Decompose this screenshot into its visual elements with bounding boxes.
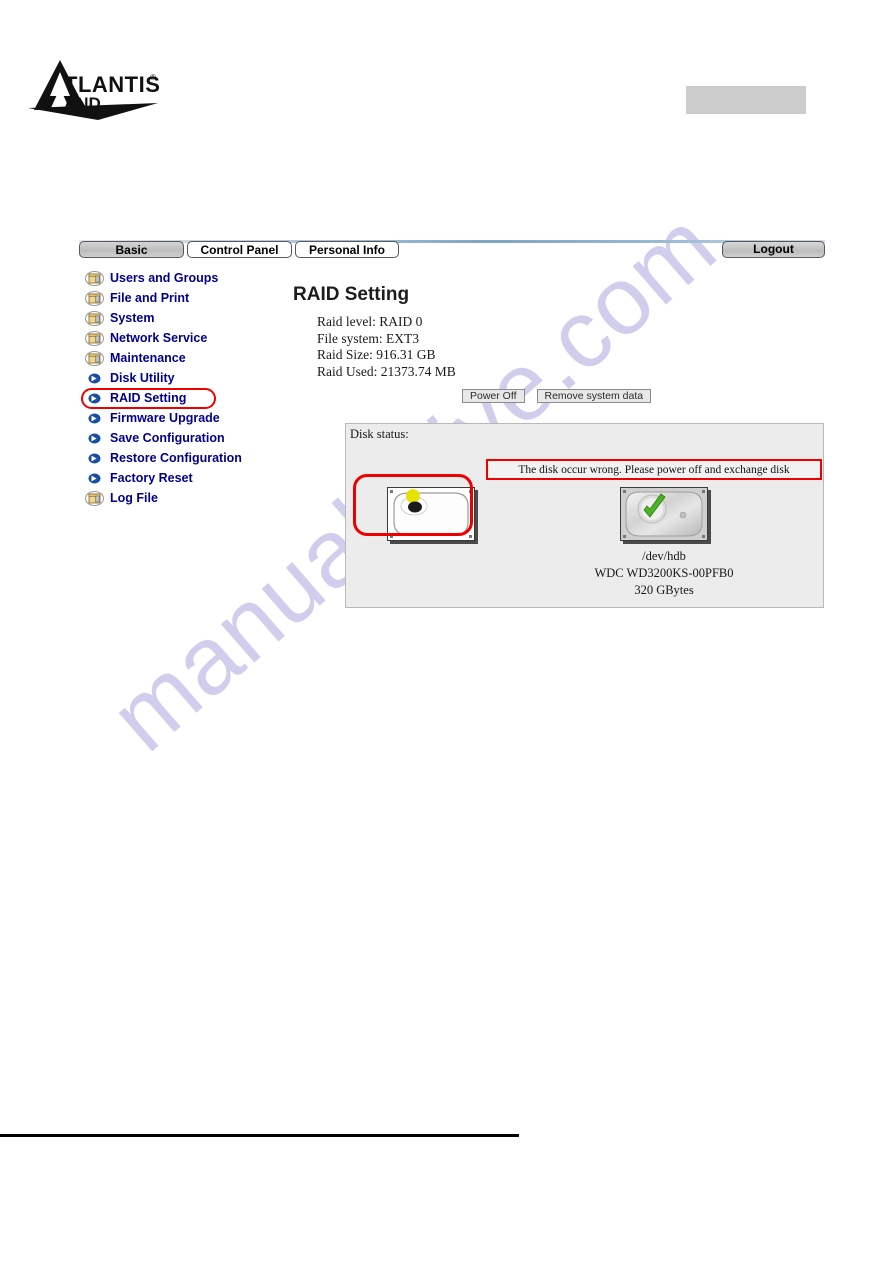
raid-info-list: Raid level: RAID 0 File system: EXT3 Rai… [317,314,825,380]
disk-error-warning: The disk occur wrong. Please power off a… [486,459,822,480]
sidebar-item-network-service[interactable]: Network Service [79,328,295,348]
sidebar-item-users-and-groups[interactable]: Users and Groups [79,268,295,288]
watermark: manualshive.com [0,0,893,1263]
svg-text:®: ® [150,73,156,82]
disk-model: WDC WD3200KS-00PFB0 [594,566,734,580]
sidebar-item-label: Network Service [110,331,208,345]
raid-info-row: Raid Used: 21373.74 MB [317,364,825,381]
file-system-value: EXT3 [386,330,420,346]
sidebar-item-restore-configuration[interactable]: Restore Configuration [79,448,295,468]
sidebar-item-label: Restore Configuration [110,451,242,465]
hard-disk-ok-icon [620,487,708,541]
sidebar-item-label: Disk Utility [110,371,175,385]
disk-slot-failed [356,487,506,548]
sidebar-item-label: Save Configuration [110,431,225,445]
sidebar-item-disk-utility[interactable]: Disk Utility [79,368,295,388]
folder-icon [85,350,104,366]
disk-device-name: /dev/hdb [642,549,686,563]
blue-arrow-icon [85,451,104,466]
folder-icon [85,310,104,326]
disk-status-panel: Disk status: The disk occur wrong. Pleas… [345,423,824,608]
page-title: RAID Setting [293,284,410,305]
sidebar-item-label: System [110,311,155,325]
blue-arrow-icon [85,411,104,426]
atlantis-land-logo: TLANTIS ® AND [20,52,160,122]
folder-icon [85,330,104,346]
folder-icon [85,270,104,286]
raid-level-value: RAID 0 [379,314,423,329]
blue-arrow-icon [85,471,104,486]
logout-button[interactable]: Logout [722,241,825,258]
action-button-row: Power Off Remove system data [462,389,825,403]
sidebar-item-raid-setting[interactable]: RAID Setting [79,388,295,409]
disk-capacity: 320 GBytes [634,583,694,597]
broken-image-icon [387,487,475,541]
raid-info-row: Raid level: RAID 0 [317,314,825,331]
blue-arrow-icon [85,431,104,446]
sidebar-item-label: File and Print [110,291,190,305]
sidebar-item-label: Log File [110,491,158,505]
header-placeholder-box [686,86,806,114]
file-system-label: File system: [317,330,383,346]
disk-status-label: Disk status: [350,427,409,441]
sidebar-item-label: Maintenance [110,351,186,365]
tab-personal-info[interactable]: Personal Info [295,241,399,258]
raid-size-label: Raid Size: [317,347,373,362]
blue-arrow-icon [85,371,104,386]
device-web-ui: Basic Control Panel Personal Info Logout… [79,240,825,610]
raid-level-label: Raid level: [317,314,376,329]
remove-system-data-button[interactable]: Remove system data [536,389,652,403]
disk-caption: /dev/hdb WDC WD3200KS-00PFB0 320 GBytes [589,548,739,599]
sidebar-item-label: Users and Groups [110,271,219,285]
main-content: RAID Setting Raid level: RAID 0 File sys… [293,284,825,403]
sidebar-item-factory-reset[interactable]: Factory Reset [79,468,295,488]
raid-info-row: Raid Size: 916.31 GB [317,347,825,364]
sidebar-item-label: RAID Setting [110,391,187,405]
raid-used-label: Raid Used: [317,363,378,379]
raid-size-value: 916.31 GB [376,347,436,362]
raid-info-row: File system: EXT3 [317,331,825,348]
tab-basic[interactable]: Basic [79,241,184,258]
sidebar-item-system[interactable]: System [79,308,295,328]
sidebar-item-label: Factory Reset [110,471,193,485]
raid-used-value: 21373.74 MB [380,363,456,379]
footer-divider [0,1134,519,1137]
sidebar-item-firmware-upgrade[interactable]: Firmware Upgrade [79,408,295,428]
folder-icon [85,290,104,306]
disk-slot-healthy: /dev/hdb WDC WD3200KS-00PFB0 320 GBytes [589,487,739,599]
blue-arrow-icon [85,391,104,406]
sidebar-item-save-configuration[interactable]: Save Configuration [79,428,295,448]
power-off-button[interactable]: Power Off [462,389,525,403]
sidebar-navigation: Users and Groups File and Print System N… [79,268,295,508]
sidebar-item-label: Firmware Upgrade [110,411,220,425]
sidebar-item-file-and-print[interactable]: File and Print [79,288,295,308]
folder-icon [85,490,104,506]
sidebar-item-maintenance[interactable]: Maintenance [79,348,295,368]
tab-control-panel[interactable]: Control Panel [187,241,292,258]
tab-bar: Basic Control Panel Personal Info Logout [79,240,825,260]
sidebar-item-log-file[interactable]: Log File [79,488,295,508]
